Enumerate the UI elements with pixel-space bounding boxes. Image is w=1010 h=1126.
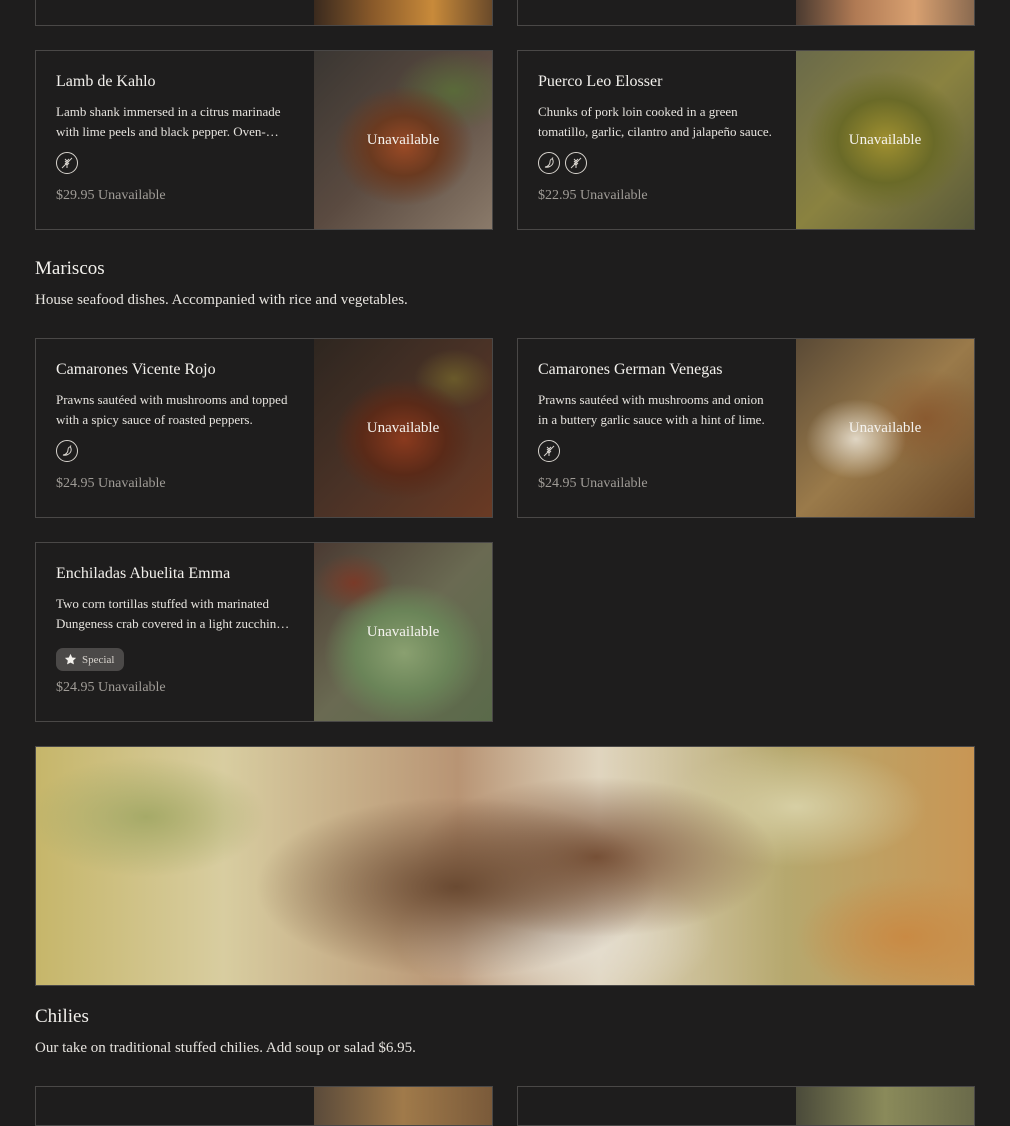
dish-photo bbox=[314, 0, 492, 25]
dish-name: Camarones German Venegas bbox=[538, 361, 723, 378]
dish-price: $22.95 Unavailable bbox=[538, 188, 648, 203]
unavailable-overlay: Unavailable bbox=[366, 623, 440, 640]
dish-photo: Unavailable bbox=[314, 339, 492, 517]
section-description-mariscos: House seafood dishes. Accompanied with r… bbox=[35, 292, 408, 308]
dietary-icons bbox=[56, 152, 78, 174]
dish-name: Puerco Leo Elosser bbox=[538, 73, 663, 90]
star-icon bbox=[64, 653, 77, 665]
menu-card-partial-bottom-left[interactable] bbox=[35, 1086, 493, 1126]
menu-card-lamb-de-kahlo[interactable]: Lamb de Kahlo Lamb shank immersed in a c… bbox=[35, 50, 493, 230]
spicy-pepper-icon bbox=[56, 440, 78, 462]
dietary-icons bbox=[538, 440, 560, 462]
dish-name: Camarones Vicente Rojo bbox=[56, 361, 216, 378]
dish-price: $24.95 Unavailable bbox=[538, 476, 648, 491]
menu-card-enchiladas-abuelita-emma[interactable]: Enchiladas Abuelita Emma Two corn tortil… bbox=[35, 542, 493, 722]
spicy-pepper-icon bbox=[538, 152, 560, 174]
section-title-mariscos: Mariscos bbox=[35, 258, 105, 279]
unavailable-overlay: Unavailable bbox=[366, 419, 440, 436]
dietary-icons bbox=[538, 152, 587, 174]
dish-photo: Unavailable bbox=[314, 543, 492, 721]
dish-photo bbox=[314, 1087, 492, 1125]
chilies-section-banner-image bbox=[35, 746, 975, 986]
dish-name: Enchiladas Abuelita Emma bbox=[56, 565, 231, 582]
unavailable-overlay: Unavailable bbox=[848, 131, 922, 148]
dish-price: $29.95 Unavailable bbox=[56, 188, 166, 203]
dish-description: Prawns sautéed with mushrooms and onion … bbox=[538, 392, 765, 427]
dish-price: $24.95 Unavailable bbox=[56, 680, 166, 695]
section-description-chilies: Our take on traditional stuffed chilies.… bbox=[35, 1040, 416, 1056]
section-title-chilies: Chilies bbox=[35, 1006, 89, 1027]
special-badge: Special bbox=[56, 648, 125, 671]
unavailable-overlay: Unavailable bbox=[366, 131, 440, 148]
dish-photo bbox=[796, 0, 974, 25]
dietary-icons bbox=[56, 440, 78, 462]
gluten-free-icon bbox=[56, 152, 78, 174]
dish-photo bbox=[796, 1087, 974, 1125]
dish-description: Chunks of pork loin cooked in a green to… bbox=[538, 104, 772, 139]
menu-card-partial-top-right[interactable] bbox=[517, 0, 975, 26]
dish-photo: Unavailable bbox=[314, 51, 492, 229]
menu-card-camarones-german-venegas[interactable]: Camarones German Venegas Prawns sautéed … bbox=[517, 338, 975, 518]
gluten-free-icon bbox=[538, 440, 560, 462]
menu-card-partial-top-left[interactable] bbox=[35, 0, 493, 26]
dish-description: Two corn tortillas stuffed with marinate… bbox=[56, 596, 280, 631]
menu-card-puerco-leo-elosser[interactable]: Puerco Leo Elosser Chunks of pork loin c… bbox=[517, 50, 975, 230]
dish-photo: Unavailable bbox=[796, 339, 974, 517]
dish-description: Lamb shank immersed in a citrus marinade… bbox=[56, 104, 281, 139]
menu-card-partial-bottom-right[interactable] bbox=[517, 1086, 975, 1126]
unavailable-overlay: Unavailable bbox=[848, 419, 922, 436]
menu-card-camarones-vicente-rojo[interactable]: Camarones Vicente Rojo Prawns sautéed wi… bbox=[35, 338, 493, 518]
dish-description: Prawns sautéed with mushrooms and topped… bbox=[56, 392, 288, 427]
badge-label: Special bbox=[82, 653, 115, 666]
gluten-free-icon bbox=[565, 152, 587, 174]
dish-price: $24.95 Unavailable bbox=[56, 476, 166, 491]
dish-name: Lamb de Kahlo bbox=[56, 73, 156, 90]
dish-photo: Unavailable bbox=[796, 51, 974, 229]
